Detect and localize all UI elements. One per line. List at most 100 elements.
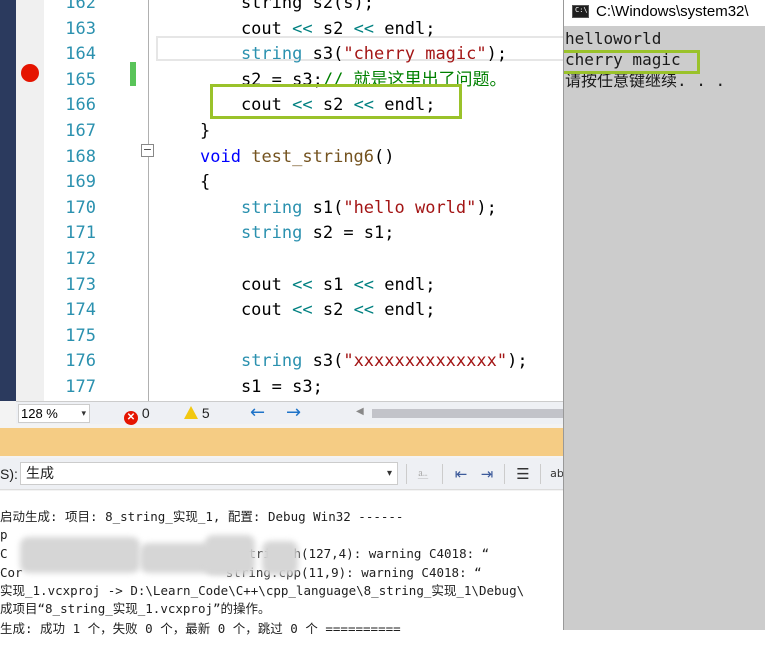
toolbar-separator bbox=[406, 464, 407, 484]
code-line[interactable]: } bbox=[200, 119, 210, 145]
clear-all-icon[interactable]: ☰ bbox=[512, 463, 534, 485]
code-token: ); bbox=[507, 351, 528, 372]
chevron-down-icon: ▾ bbox=[386, 468, 392, 479]
code-token: endl; bbox=[374, 18, 436, 39]
code-token: cout bbox=[200, 300, 293, 321]
code-token: string s2(s); bbox=[200, 0, 374, 13]
editor-status-bar: 128 % ▾ ✕ 0 5 ← → ◀ bbox=[16, 401, 565, 425]
navigate-forward-button[interactable]: → bbox=[286, 402, 301, 424]
line-number: 177 bbox=[65, 377, 96, 397]
output-line: 实现_1.vcxproj -> D:\Learn_Code\C++\cpp_la… bbox=[0, 583, 525, 598]
redacted-region bbox=[262, 541, 298, 575]
code-token: () bbox=[374, 146, 395, 167]
code-line[interactable]: void test_string6() bbox=[200, 145, 395, 171]
code-line[interactable]: string s2 = s1; bbox=[200, 221, 395, 247]
code-token: << bbox=[353, 300, 375, 321]
line-number: 176 bbox=[65, 351, 96, 372]
code-line[interactable]: { bbox=[200, 170, 210, 196]
code-line[interactable]: cout << s2 << endl; bbox=[200, 17, 436, 43]
editor-left-strip bbox=[0, 0, 16, 401]
code-token: cout bbox=[200, 18, 293, 39]
code-token: << bbox=[292, 300, 313, 321]
code-token: string bbox=[240, 197, 303, 218]
line-number: 162 bbox=[65, 0, 96, 13]
code-token: << bbox=[353, 18, 375, 39]
console-window[interactable]: C:\ C:\Windows\system32\ helloworld cherr… bbox=[563, 0, 765, 630]
code-line[interactable]: cout << s1 << endl; bbox=[200, 273, 436, 299]
zoom-select[interactable]: 128 % ▾ bbox=[18, 404, 90, 423]
code-token: "hello world" bbox=[343, 197, 477, 218]
code-token: << bbox=[292, 18, 313, 39]
change-indicator bbox=[130, 62, 136, 86]
output-source-select[interactable]: 生成 ▾ bbox=[20, 462, 398, 485]
code-token: void bbox=[200, 146, 241, 167]
output-source-label: S): bbox=[0, 466, 18, 482]
code-token: string bbox=[240, 351, 303, 372]
code-token: "cherry magic" bbox=[343, 44, 487, 65]
line-number: 166 bbox=[65, 95, 96, 116]
code-line[interactable]: string s3("cherry magic"); bbox=[200, 42, 507, 68]
warning-icon bbox=[184, 406, 198, 419]
code-token: ); bbox=[486, 44, 508, 65]
line-number: 173 bbox=[65, 274, 96, 295]
console-line: helloworld bbox=[565, 29, 662, 48]
clear-icon[interactable]: ⎁ bbox=[412, 463, 434, 485]
warning-count[interactable]: 5 bbox=[184, 405, 210, 422]
code-token: cout bbox=[200, 274, 293, 295]
error-icon: ✕ bbox=[124, 411, 138, 425]
breakpoint-icon[interactable] bbox=[21, 64, 39, 82]
navigate-back-button[interactable]: ← bbox=[250, 402, 265, 424]
console-title: C:\Windows\system32\ bbox=[596, 3, 749, 20]
line-number: 164 bbox=[65, 44, 96, 65]
toolbar-separator bbox=[442, 464, 443, 484]
code-line[interactable]: cout << s2 << endl; bbox=[200, 298, 436, 324]
code-line[interactable]: string s3("xxxxxxxxxxxxxx"); bbox=[200, 349, 528, 375]
code-token: << bbox=[292, 274, 313, 295]
code-line[interactable]: string s2(s); bbox=[200, 0, 374, 17]
scroll-left-icon[interactable]: ◀ bbox=[356, 406, 364, 417]
code-line[interactable]: string s1("hello world"); bbox=[200, 196, 497, 222]
line-number: 175 bbox=[65, 325, 96, 346]
line-number: 172 bbox=[65, 249, 96, 269]
code-token: string bbox=[240, 223, 303, 244]
glyph-margin[interactable] bbox=[16, 0, 44, 401]
output-source-value: 生成 bbox=[26, 465, 54, 481]
fold-toggle-icon[interactable]: − bbox=[141, 144, 154, 157]
horizontal-scrollbar[interactable]: ◀ bbox=[356, 406, 565, 420]
code-token: s1( bbox=[302, 197, 344, 218]
code-token: << bbox=[353, 274, 375, 295]
toolbar-separator bbox=[504, 464, 505, 484]
code-token: s2 bbox=[312, 300, 354, 321]
code-token: s3( bbox=[302, 351, 344, 372]
output-line: 成项目“8_string_实现_1.vcxproj”的操作。 bbox=[0, 601, 271, 616]
output-line: 生成: 成功 1 个，失败 0 个，最新 0 个，跳过 0 个 ========… bbox=[0, 621, 401, 636]
line-number: 165 bbox=[65, 69, 96, 90]
redacted-region bbox=[205, 535, 255, 575]
console-icon: C:\ bbox=[572, 5, 589, 18]
console-title-bar[interactable]: C:\ C:\Windows\system32\ bbox=[564, 0, 765, 26]
line-number: 171 bbox=[65, 223, 96, 244]
scrollbar-thumb[interactable] bbox=[372, 409, 565, 418]
code-line[interactable]: s1 = s3; bbox=[200, 375, 323, 401]
code-token: s3( bbox=[302, 44, 344, 65]
error-count[interactable]: ✕ 0 bbox=[124, 405, 150, 425]
code-token: string bbox=[240, 44, 303, 65]
output-line: 启动生成: 项目: 8_string_实现_1, 配置: Debug Win32… bbox=[0, 509, 404, 524]
code-token: s1 bbox=[312, 274, 354, 295]
code-token: endl; bbox=[374, 274, 436, 295]
find-prev-icon[interactable]: ⇤ bbox=[450, 463, 472, 485]
line-number: 167 bbox=[65, 121, 96, 141]
find-next-icon[interactable]: ⇥ bbox=[476, 463, 498, 485]
console-line: 请按任意键继续. . . bbox=[565, 71, 726, 90]
code-token: s2 = s1; bbox=[302, 223, 395, 244]
error-count-value: 0 bbox=[141, 405, 150, 421]
code-token: } bbox=[200, 121, 211, 141]
code-token: endl; bbox=[374, 300, 436, 321]
output-line: p bbox=[0, 527, 8, 542]
line-number: 163 bbox=[65, 18, 96, 39]
